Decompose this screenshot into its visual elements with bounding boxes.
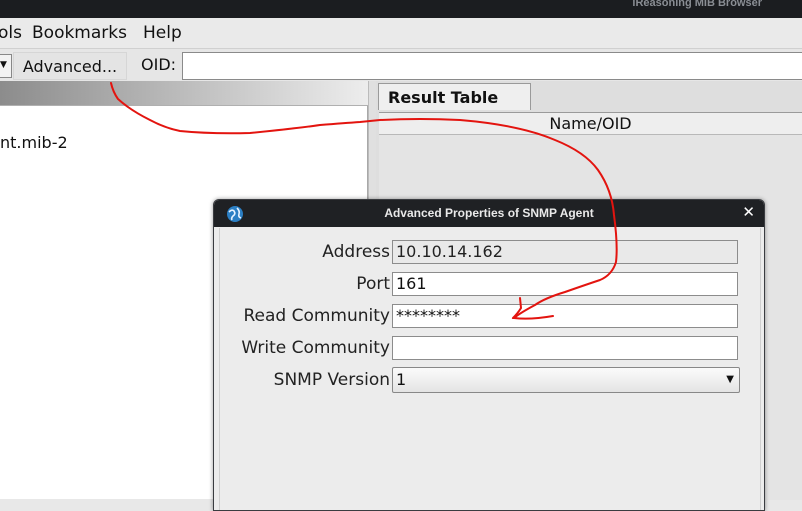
menu-bookmarks[interactable]: Bookmarks [32, 23, 127, 43]
dialog-title: Advanced Properties of SNMP Agent [384, 206, 594, 220]
address-field: 10.10.14.162 [392, 240, 738, 264]
read-community-field[interactable]: ******** [392, 304, 738, 328]
write-community-label: Write Community [241, 338, 390, 358]
write-community-field[interactable] [392, 336, 738, 360]
tree-item-mib-2[interactable]: nt.mib-2 [0, 133, 68, 152]
window-titlebar: iReasoning MIB Browser [0, 0, 802, 18]
dialog-titlebar[interactable]: Advanced Properties of SNMP Agent ✕ [214, 200, 764, 227]
toolbar: ▼ Advanced... OID: [0, 48, 802, 81]
oid-label: OID: [141, 55, 177, 74]
read-community-label: Read Community [243, 306, 390, 326]
app-title: iReasoning MIB Browser [632, 0, 762, 9]
advanced-button[interactable]: Advanced... [13, 52, 127, 80]
dialog-body: Address 10.10.14.162 Port 161 Read Commu… [219, 228, 761, 510]
tree-header [0, 81, 368, 106]
address-label: Address [322, 242, 390, 262]
snmp-version-label: SNMP Version [273, 370, 390, 390]
menu-tools[interactable]: ols [0, 23, 22, 43]
port-label: Port [356, 274, 390, 294]
column-header-name-oid[interactable]: Name/OID [379, 113, 802, 135]
advanced-properties-dialog: Advanced Properties of SNMP Agent ✕ Addr… [213, 199, 765, 511]
close-icon[interactable]: ✕ [742, 203, 755, 221]
port-field[interactable]: 161 [392, 272, 738, 296]
oid-input[interactable] [182, 52, 802, 80]
chevron-down-icon: ▼ [0, 60, 7, 70]
menu-help[interactable]: Help [143, 23, 182, 43]
snmp-version-value: 1 [396, 370, 407, 389]
menubar: ols Bookmarks Help [0, 18, 802, 48]
tab-result-table[interactable]: Result Table [378, 83, 531, 110]
chevron-down-icon: ▼ [726, 374, 734, 385]
snmp-version-select[interactable]: 1 ▼ [392, 367, 740, 393]
operations-dropdown[interactable]: ▼ [0, 54, 12, 78]
